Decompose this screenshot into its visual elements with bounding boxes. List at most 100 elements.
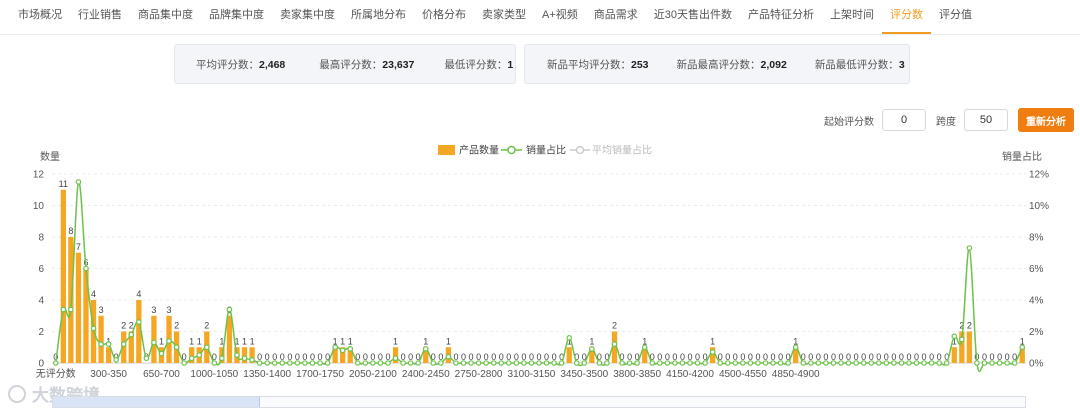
y-tick-label: 10 xyxy=(33,201,45,212)
sales-share-point xyxy=(407,360,414,366)
bar-value-label: 2 xyxy=(174,321,179,331)
sales-share-point xyxy=(996,360,1003,366)
stat-new-min-label: 新品最低评分数： xyxy=(814,58,899,71)
sales-share-point xyxy=(906,360,912,366)
sales-share-point xyxy=(649,360,656,366)
sales-share-point xyxy=(241,355,248,362)
sales-share-point xyxy=(211,360,218,366)
tab-10[interactable]: 近30天售出件数 xyxy=(646,0,740,34)
sales-share-point xyxy=(596,360,603,366)
tab-9[interactable]: 商品需求 xyxy=(586,0,646,34)
y-tick-label: 0 xyxy=(38,359,44,370)
sales-share-point xyxy=(490,360,497,366)
bar-value-label: 3 xyxy=(99,305,104,315)
x-tick-label: 4500-4550 xyxy=(719,369,767,380)
sales-share-point xyxy=(770,360,776,366)
start-rating-input[interactable] xyxy=(882,109,926,131)
sales-share-point xyxy=(936,360,942,366)
sales-share-point xyxy=(377,360,384,366)
tab-0[interactable]: 市场概况 xyxy=(0,0,70,34)
sales-share-point xyxy=(558,360,565,366)
stat-average-value: 2,468 xyxy=(259,58,286,71)
reanalyze-button[interactable]: 重新分析 xyxy=(1018,108,1074,132)
tab-2[interactable]: 商品集中度 xyxy=(130,0,201,34)
tab-1[interactable]: 行业销售 xyxy=(70,0,130,34)
tab-4[interactable]: 卖家集中度 xyxy=(272,0,343,34)
sales-share-point xyxy=(339,347,346,354)
x-tick-label: 3450-3500 xyxy=(560,369,608,380)
stat-new-average-value: 253 xyxy=(631,58,649,71)
sales-share-point xyxy=(392,355,399,362)
sales-share-point xyxy=(679,360,686,366)
sales-share-point xyxy=(83,265,89,272)
bar xyxy=(60,189,66,363)
bar-value-label: 8 xyxy=(68,226,73,236)
sales-share-point xyxy=(664,360,671,366)
bar-value-label: 1 xyxy=(242,336,247,346)
sales-share-point xyxy=(966,245,973,251)
sales-share-point xyxy=(173,344,180,351)
sales-share-point xyxy=(808,360,814,366)
tab-7[interactable]: 卖家类型 xyxy=(474,0,534,34)
sales-share-point xyxy=(626,360,633,366)
legend-line-marker xyxy=(507,145,516,155)
bar-value-label: 1 xyxy=(710,336,715,346)
tab-12[interactable]: 上架时间 xyxy=(822,0,882,34)
sales-share-point xyxy=(928,360,935,366)
tab-11[interactable]: 产品特征分析 xyxy=(740,0,822,34)
tab-bar: 市场概况 行业销售 商品集中度 品牌集中度 卖家集中度 所属地分布 价格分布 卖家类型 A+视频… xyxy=(0,0,1080,35)
stat-average-label: 平均评分数： xyxy=(196,58,259,71)
sales-share-point xyxy=(951,333,958,340)
tab-6[interactable]: 价格分布 xyxy=(414,0,474,34)
tab-3[interactable]: 品牌集中度 xyxy=(201,0,272,34)
sales-share-point xyxy=(792,344,799,351)
sales-share-point xyxy=(68,306,74,313)
sales-share-point xyxy=(249,357,255,363)
bar-value-label: 2 xyxy=(967,321,972,331)
rating-count-chart: 0 0%2 2%4 4%6 6%8 8%10 10%12 12%数量 销量占比产品数量 销量占比平… xyxy=(33,144,1049,381)
tab-8[interactable]: A+视频 xyxy=(534,0,586,34)
y-tick-label: 4 xyxy=(38,296,44,307)
sales-share-point xyxy=(422,346,429,352)
sales-share-point xyxy=(921,360,927,366)
bar xyxy=(68,237,74,363)
sales-share-point xyxy=(128,331,135,338)
sales-share-point xyxy=(845,360,852,366)
sales-share-point xyxy=(294,360,301,366)
sales-share-point xyxy=(740,360,746,366)
stat-new-max-value: 2,092 xyxy=(760,58,787,71)
sales-share-point xyxy=(317,360,323,366)
sales-share-point xyxy=(717,360,724,366)
sales-share-point xyxy=(158,350,165,357)
sales-share-point xyxy=(853,360,859,366)
sales-share-point xyxy=(815,360,822,366)
sales-share-point xyxy=(354,360,361,366)
sales-share-point xyxy=(830,360,837,366)
sales-share-point xyxy=(755,360,761,366)
sales-share-point xyxy=(536,360,542,366)
x-tick-label: 1350-1400 xyxy=(243,369,291,380)
sales-share-point xyxy=(777,360,784,366)
y-tick-label: 12 xyxy=(33,170,45,181)
sales-share-point xyxy=(724,360,731,366)
bar xyxy=(226,315,233,363)
chart-zoom-scrollbar[interactable] xyxy=(52,396,1026,408)
sales-share-point xyxy=(611,341,618,347)
start-rating-label: 起始评分数 xyxy=(824,116,874,128)
tab-13[interactable]: 评分数 xyxy=(882,0,932,34)
sales-share-point xyxy=(362,360,369,366)
tab-5[interactable]: 所属地分布 xyxy=(343,0,414,34)
sales-share-point xyxy=(226,306,233,313)
bar-value-label: 1 xyxy=(446,336,451,346)
sales-share-point xyxy=(415,360,421,366)
sales-share-point xyxy=(800,360,807,366)
tab-14[interactable]: 评分值 xyxy=(931,0,980,34)
sales-share-point xyxy=(838,360,844,366)
sales-share-point xyxy=(75,179,82,185)
x-tick-label: 300-350 xyxy=(90,369,127,380)
x-tick-label: 3800-3850 xyxy=(613,369,661,380)
chart-zoom-handle[interactable] xyxy=(53,397,260,407)
span-input[interactable] xyxy=(964,109,1008,131)
legend-avg-label: 平均销量占比 xyxy=(592,144,652,157)
bar-value-label: 11 xyxy=(59,179,68,189)
